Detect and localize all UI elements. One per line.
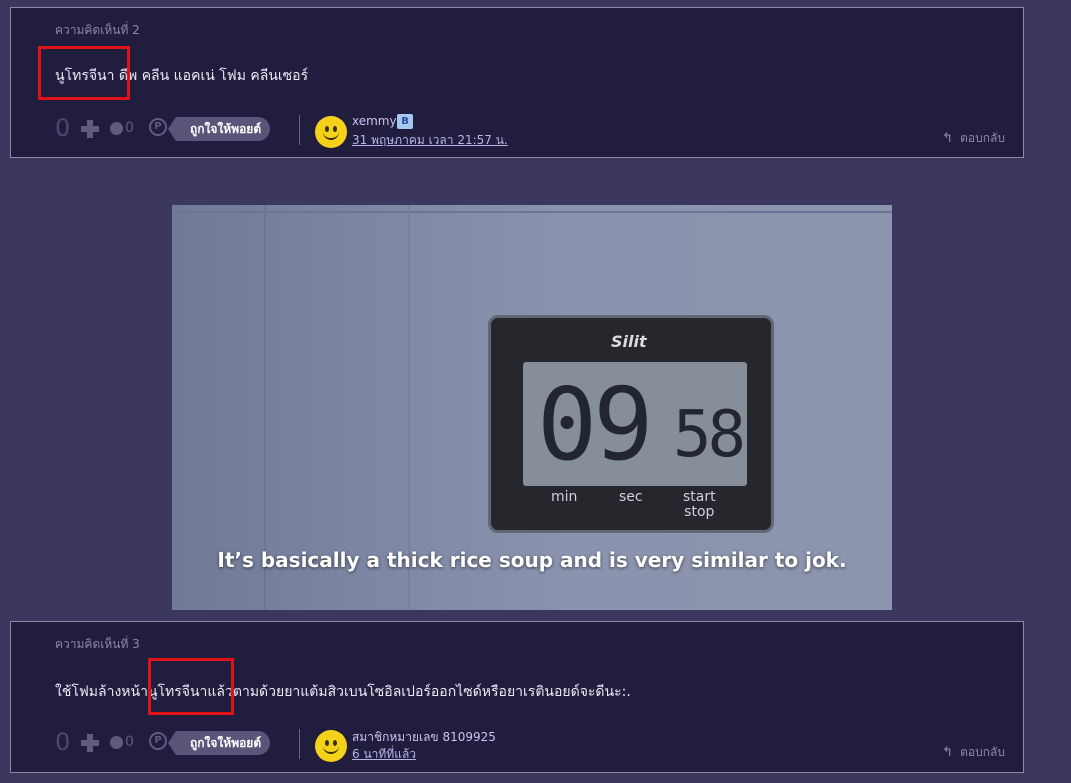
vote-count: 0 (55, 728, 71, 756)
post-time-link[interactable]: 31 พฤษภาคม เวลา 21:57 น. (352, 131, 508, 150)
comment-footer: 0 0 P ถูกใจให้พอยต์ xemmy B 31 พฤษภาคม เ… (11, 112, 1023, 152)
comment-number: ความคิดเห็นที่ 3 (55, 637, 140, 651)
highlight-box (38, 46, 130, 100)
avatar[interactable] (315, 116, 347, 148)
comment-2: ความคิดเห็นที่ 2 นูโทรจีนา ดีพ คลีน แอคเ… (10, 7, 1024, 158)
reply-label: ตอบกลับ (960, 131, 1005, 145)
like-point-button[interactable]: ถูกใจให้พอยต์ (167, 117, 271, 141)
timer-sec-label: sec (619, 489, 643, 505)
wall-line (172, 211, 892, 213)
point-icon[interactable]: P (149, 118, 167, 136)
footer-divider (299, 115, 300, 145)
member-badge-icon: B (397, 114, 413, 129)
timer-min-label: min (551, 489, 578, 505)
plus-icon[interactable] (81, 734, 99, 752)
reply-button[interactable]: ↰ ตอบกลับ (942, 129, 1005, 148)
comment-number: ความคิดเห็นที่ 2 (55, 23, 140, 37)
footer-divider (299, 729, 300, 759)
highlight-box (148, 658, 234, 715)
reply-button[interactable]: ↰ ตอบกลับ (942, 743, 1005, 762)
emotion-count: 0 (125, 120, 134, 136)
point-icon[interactable]: P (149, 732, 167, 750)
timer-start-label: start (683, 489, 716, 505)
timer-brand: Silit (611, 332, 647, 351)
lcd-minutes: 09 (537, 366, 653, 483)
lcd-display: 09 58 (523, 362, 747, 486)
post-time-link[interactable]: 6 นาทีที่แล้ว (352, 745, 416, 764)
comment-3: ความคิดเห็นที่ 3 ใช้โฟมล้างหน้านูโทรจีนา… (10, 621, 1024, 773)
video-frame[interactable]: Silit 09 58 min sec start stop It’s basi… (172, 205, 892, 610)
lcd-seconds: 58 (673, 398, 746, 472)
vote-count: 0 (55, 114, 71, 142)
emotion-icon[interactable] (110, 122, 123, 135)
kitchen-timer: Silit 09 58 min sec start stop (488, 315, 774, 533)
user-name-link[interactable]: xemmy (352, 114, 397, 128)
comment-footer: 0 0 P ถูกใจให้พอยต์ สมาชิกหมายเลข 810992… (11, 726, 1023, 766)
plus-icon[interactable] (81, 120, 99, 138)
like-point-button[interactable]: ถูกใจให้พอยต์ (167, 731, 271, 755)
reply-icon: ↰ (942, 131, 954, 146)
video-subtitle: It’s basically a thick rice soup and is … (217, 548, 847, 572)
avatar[interactable] (315, 730, 347, 762)
reply-label: ตอบกลับ (960, 745, 1005, 759)
timer-start-stop-label: start stop (683, 490, 716, 520)
emotion-count: 0 (125, 734, 134, 750)
comment-text: ใช้โฟมล้างหน้านูโทรจีนาแล้วตามด้วยยาแต้ม… (55, 684, 631, 700)
reply-icon: ↰ (942, 745, 954, 760)
emotion-icon[interactable] (110, 736, 123, 749)
timer-stop-label: stop (684, 504, 715, 520)
